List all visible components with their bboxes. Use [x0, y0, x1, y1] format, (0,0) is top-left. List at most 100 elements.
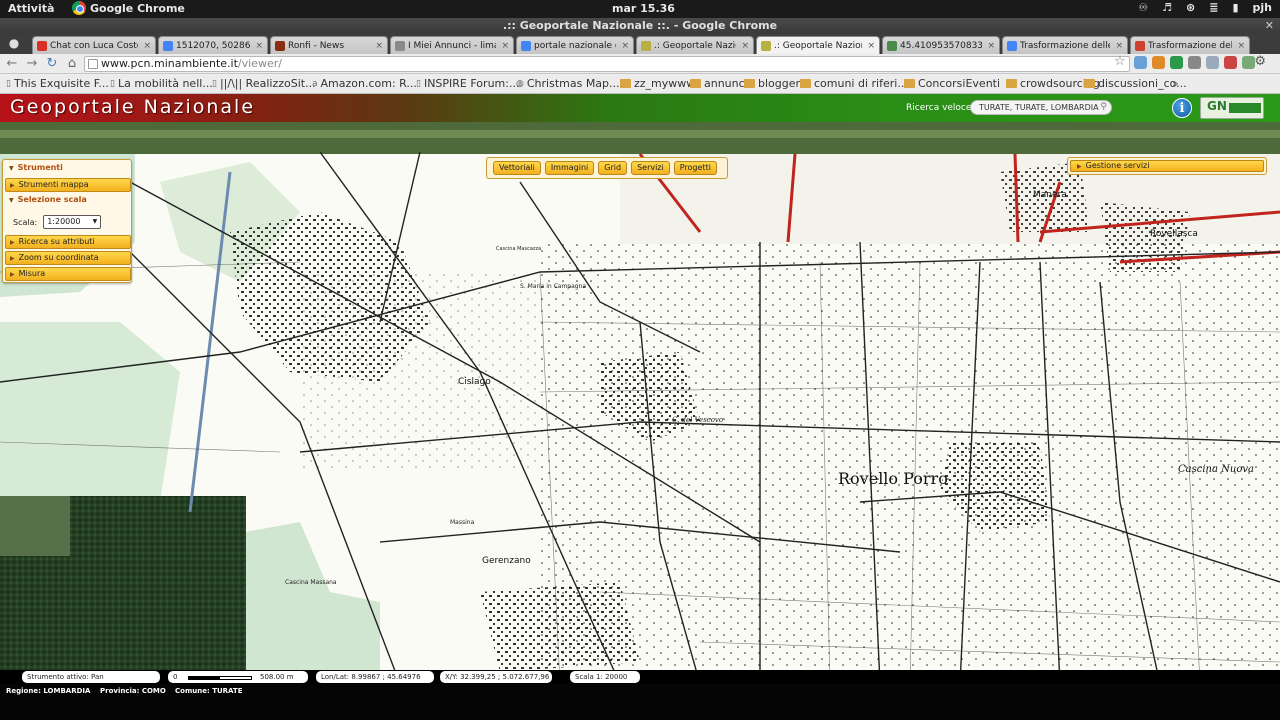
browser-tab[interactable]: .: Geoportale Nazionale × — [756, 36, 880, 54]
address-bar[interactable]: www.pcn.minambiente.it/viewer/ — [84, 56, 1130, 72]
tab-close-icon[interactable]: × — [375, 38, 383, 54]
regione-label: Regione: LOMBARDIA — [6, 687, 91, 695]
browser-tab[interactable]: portale nazionale cartog × — [516, 36, 634, 54]
browser-tab[interactable]: Ronfi - News × — [270, 36, 388, 54]
gn-logo[interactable]: GN — [1200, 97, 1264, 119]
map-canvas[interactable]: Cislago Gerenzano Rovello Porro Rovellas… — [0, 122, 1280, 684]
folder-icon — [1006, 79, 1017, 88]
tab-close-icon[interactable]: × — [143, 38, 151, 54]
tab-label: Chat con Luca Costenaro — [50, 40, 138, 51]
scale-select[interactable]: 1:20000 ▼ — [43, 215, 102, 229]
chrome-menu-icon[interactable]: ● — [4, 36, 24, 52]
tools-panel: ▼ Strumenti ▶ Strumenti mappa ▼ Selezione s… — [2, 159, 132, 283]
tab-close-icon[interactable]: × — [987, 38, 995, 54]
map-viewer[interactable]: Cislago Gerenzano Rovello Porro Rovellas… — [0, 122, 1280, 684]
bookmark-item[interactable]: comuni di riferi... — [800, 77, 908, 90]
browser-tab[interactable]: 45.41095357083339,9.1 × — [882, 36, 1000, 54]
close-window-icon[interactable]: ✕ — [1265, 18, 1274, 34]
url-path: /viewer/ — [237, 57, 282, 70]
bookmark-item[interactable]: ▯ INSPIRE Forum:... — [416, 77, 519, 90]
coord-zoom-label: Zoom su coordinata — [18, 253, 99, 262]
map-tools-button[interactable]: ▶ Strumenti mappa — [5, 178, 131, 192]
tab-favicon-icon — [37, 40, 47, 51]
home-icon[interactable]: ⌂ — [64, 56, 80, 72]
network-icon[interactable]: ≣ — [1209, 1, 1218, 14]
browser-tab[interactable]: .: Geoportale Nazionale : × — [636, 36, 754, 54]
quick-search-input[interactable]: TURATE, TURATE, LOMBARDIA ⚲ — [970, 100, 1112, 115]
bookmark-item[interactable]: a Amazon.com: R... — [312, 77, 417, 90]
bookmark-label: ||/\|| RealizzoSit... — [219, 77, 316, 90]
bookmark-item[interactable]: ▯ This Exquisite F... — [6, 77, 109, 90]
bookmark-item[interactable]: ▯ La mobilità nell... — [110, 77, 213, 90]
comune-label: Comune: TURATE — [175, 687, 243, 695]
accessibility-icon[interactable]: ♾ — [1138, 1, 1148, 14]
tab-grid[interactable]: Grid — [598, 161, 628, 175]
tab-progetti[interactable]: Progetti — [673, 161, 717, 175]
extension-icon[interactable] — [1224, 56, 1237, 69]
tab-label: .: Geoportale Nazionale : — [654, 40, 736, 51]
map-label-rovello-porro: Rovello Porro — [838, 469, 948, 488]
app-menu[interactable]: Google Chrome — [72, 1, 185, 15]
services-button[interactable]: ▶ Gestione servizi — [1070, 160, 1264, 172]
bookmarks-overflow-icon[interactable]: » — [1172, 77, 1179, 90]
tab-label: portale nazionale cartog — [534, 40, 616, 51]
bookmarks-bar: ▯ This Exquisite F... ▯ La mobilità nell...… — [0, 74, 1280, 94]
activities-button[interactable]: Attività — [8, 2, 54, 15]
forward-icon[interactable]: → — [24, 56, 40, 72]
xy-status: X/Y: 32.399,25 ; 5.072.677,96 — [440, 671, 552, 683]
coord-zoom-button[interactable]: ▶ Zoom su coordinata — [5, 251, 131, 265]
bookmark-star-icon[interactable]: ☆ — [1114, 54, 1126, 69]
tab-close-icon[interactable]: × — [255, 38, 263, 54]
bookmark-item[interactable]: ▯ ||/\|| RealizzoSit... — [212, 77, 316, 90]
tab-vettoriali[interactable]: Vettoriali — [493, 161, 541, 175]
tab-label: .: Geoportale Nazionale — [774, 40, 862, 51]
browser-tab[interactable]: I Miei Annunci - lima.city × — [390, 36, 514, 54]
admin-info-bar: Regione: LOMBARDIA Provincia: COMO Comun… — [0, 684, 1280, 720]
info-icon[interactable]: i — [1172, 98, 1192, 118]
tab-close-icon[interactable]: × — [1237, 38, 1245, 54]
extension-icon[interactable] — [1134, 56, 1147, 69]
bookmark-item[interactable]: annunci — [690, 77, 748, 90]
scale-section-label: Selezione scala — [17, 195, 87, 204]
tab-servizi[interactable]: Servizi — [631, 161, 670, 175]
browser-tab[interactable]: Trasformazione delle co × — [1130, 36, 1250, 54]
reload-icon[interactable]: ↻ — [44, 56, 60, 72]
bookmark-item[interactable]: ConcorsiEventi — [904, 77, 1000, 90]
extension-icon[interactable] — [1170, 56, 1183, 69]
tab-immagini[interactable]: Immagini — [544, 161, 595, 175]
search-icon[interactable]: ⚲ — [1100, 101, 1107, 114]
bookmark-item[interactable]: zz_mywww — [620, 77, 695, 90]
tab-close-icon[interactable]: × — [621, 38, 629, 54]
wrench-icon[interactable]: ⚙ — [1254, 54, 1266, 69]
bookmark-item[interactable]: blogger — [744, 77, 800, 90]
gn-logo-mark: GN — [1207, 99, 1227, 113]
geoportale-header: Geoportale Nazionale Ricerca veloce TURA… — [0, 94, 1280, 122]
tab-close-icon[interactable]: × — [501, 38, 509, 54]
volume-icon[interactable]: ♬ — [1162, 1, 1172, 14]
browser-tab[interactable]: Chat con Luca Costenaro × — [32, 36, 156, 54]
back-icon[interactable]: ← — [4, 56, 20, 72]
attr-search-button[interactable]: ▶ Ricerca su attributi — [5, 235, 131, 249]
extension-icon[interactable] — [1242, 56, 1255, 69]
tools-section-header[interactable]: ▼ Strumenti — [5, 162, 131, 176]
scale-section-header[interactable]: ▼ Selezione scala — [5, 194, 131, 208]
bluetooth-icon[interactable]: ⊛ — [1186, 1, 1195, 14]
tab-close-icon[interactable]: × — [1115, 38, 1123, 54]
extension-icon[interactable] — [1188, 56, 1201, 69]
map-label-vescovo: C. del Vescovo — [672, 416, 723, 424]
user-menu[interactable]: pjh — [1253, 1, 1272, 14]
tab-close-icon[interactable]: × — [741, 38, 749, 54]
map-label-cascina-mascazza: Cascina Mascazza — [496, 246, 541, 252]
system-clock[interactable]: mar 15.36 — [612, 2, 675, 15]
bookmark-item[interactable]: ◍ Christmas Map... — [516, 77, 620, 90]
folder-icon — [620, 79, 631, 88]
collapse-arrow-icon: ▼ — [9, 197, 14, 204]
measure-button[interactable]: ▶ Misura — [5, 267, 131, 281]
browser-tab[interactable]: Trasformazione delle co × — [1002, 36, 1128, 54]
battery-icon[interactable]: ▮ — [1232, 1, 1238, 14]
tab-close-icon[interactable]: × — [867, 38, 875, 54]
browser-tab[interactable]: 1512070, 5028635 - Goo × — [158, 36, 268, 54]
extension-icon[interactable] — [1206, 56, 1219, 69]
extension-icon[interactable] — [1152, 56, 1165, 69]
geoportale-logo[interactable]: Geoportale Nazionale — [10, 96, 255, 118]
